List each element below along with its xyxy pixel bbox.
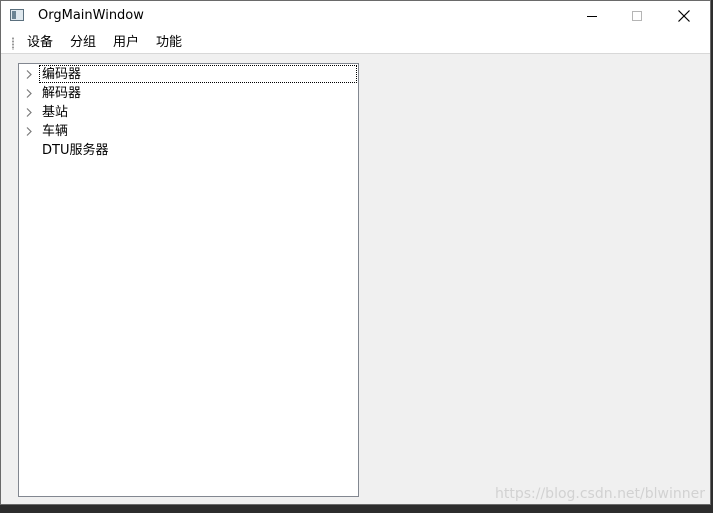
maximize-icon <box>632 11 642 21</box>
toolbar-grip-icon[interactable] <box>12 37 14 50</box>
main-window: OrgMainWindow 设备 分组 用户 功能 编码器 解码器 基站 车辆 … <box>0 0 711 505</box>
tree-item-encoder[interactable]: 编码器 <box>19 65 358 84</box>
close-icon <box>678 10 690 22</box>
tree-item-label: 解码器 <box>42 86 82 101</box>
org-tree-view[interactable]: 编码器 解码器 基站 车辆 DTU服务器 <box>18 63 359 497</box>
chevron-right-icon[interactable] <box>25 89 33 98</box>
tree-item-base-station[interactable]: 基站 <box>19 103 358 122</box>
tree-item-dtu-server[interactable]: DTU服务器 <box>19 141 358 160</box>
minimize-button[interactable] <box>569 1 615 32</box>
menu-function[interactable]: 功能 <box>156 34 182 51</box>
chevron-right-icon[interactable] <box>25 108 33 117</box>
chevron-right-icon[interactable] <box>25 70 33 79</box>
title-bar[interactable]: OrgMainWindow <box>1 1 710 32</box>
chevron-right-icon[interactable] <box>25 127 33 136</box>
menu-group[interactable]: 分组 <box>70 34 96 51</box>
focus-rectangle <box>39 65 357 83</box>
menu-bar: 设备 分组 用户 功能 <box>1 32 710 54</box>
tree-item-decoder[interactable]: 解码器 <box>19 84 358 103</box>
window-title: OrgMainWindow <box>38 8 144 23</box>
tree-item-label: 基站 <box>42 105 69 120</box>
tree-item-label: DTU服务器 <box>42 143 109 158</box>
app-window-icon <box>10 9 24 21</box>
tree-item-label: 编码器 <box>42 67 82 82</box>
menu-user[interactable]: 用户 <box>113 34 139 51</box>
tree-item-vehicle[interactable]: 车辆 <box>19 122 358 141</box>
watermark-text: https://blog.csdn.net/blwinner <box>495 486 705 502</box>
close-button[interactable] <box>661 1 707 32</box>
minimize-icon <box>587 16 597 17</box>
maximize-button[interactable] <box>615 1 661 32</box>
tree-item-label: 车辆 <box>42 124 69 139</box>
menu-device[interactable]: 设备 <box>27 34 53 51</box>
